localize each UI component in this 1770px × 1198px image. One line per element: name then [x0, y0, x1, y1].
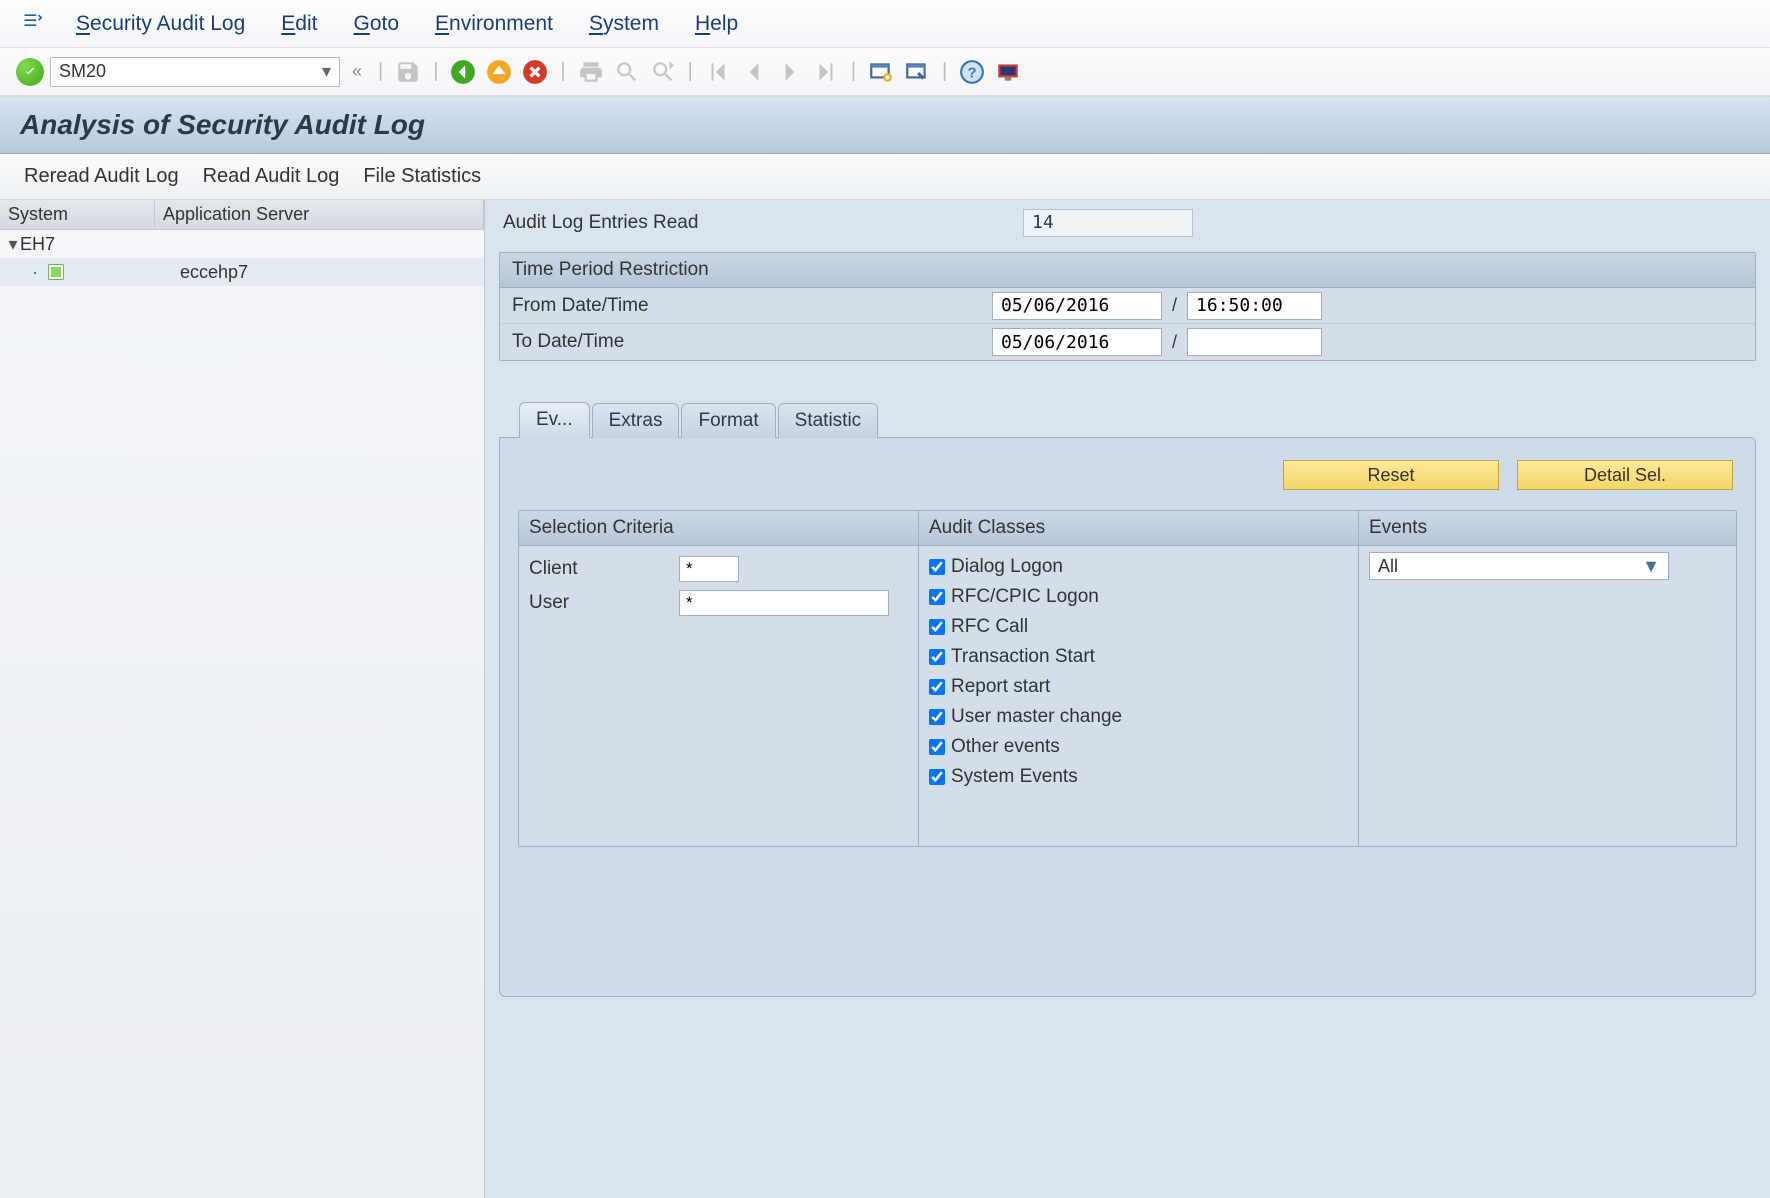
to-time-input[interactable]	[1187, 328, 1322, 356]
back-icon[interactable]	[448, 57, 478, 87]
entries-read-value: 14	[1023, 209, 1193, 237]
find-icon[interactable]	[612, 57, 642, 87]
svg-text:?: ?	[968, 64, 977, 81]
leaf-icon: ·	[28, 262, 42, 283]
button-row: Reset Detail Sel.	[518, 456, 1737, 510]
events-select-value: All	[1378, 556, 1398, 577]
client-label: Client	[529, 558, 679, 580]
menu-edit[interactable]: Edit	[279, 8, 319, 40]
first-page-icon[interactable]	[703, 57, 733, 87]
events-title: Events	[1359, 511, 1736, 546]
tree-header: System Application Server	[0, 200, 484, 230]
from-date-input[interactable]	[992, 292, 1162, 320]
layout-icon[interactable]	[993, 57, 1023, 87]
enter-icon[interactable]	[16, 58, 44, 86]
audit-classes-box: Audit Classes Dialog Logon RFC/CPIC Logo…	[919, 511, 1359, 846]
menu-help[interactable]: Help	[693, 8, 740, 40]
to-date-input[interactable]	[992, 328, 1162, 356]
tab-events[interactable]: Ev...	[519, 402, 590, 438]
tree-label: eccehp7	[180, 262, 248, 283]
tab-strip: Ev... Extras Format Statistic	[499, 401, 1756, 437]
tab-statistic[interactable]: Statistic	[778, 403, 879, 438]
server-icon	[48, 264, 64, 280]
from-time-input[interactable]	[1187, 292, 1322, 320]
help-icon[interactable]: ?	[957, 57, 987, 87]
user-input[interactable]	[679, 590, 889, 616]
detail-sel-button[interactable]: Detail Sel.	[1517, 460, 1733, 490]
chk-dialog-logon[interactable]	[929, 559, 945, 575]
exit-icon[interactable]	[484, 57, 514, 87]
tab-body: Reset Detail Sel. Selection Criteria Cli…	[499, 437, 1756, 997]
from-date-label: From Date/Time	[512, 295, 992, 317]
tcode-value: SM20	[59, 61, 106, 82]
tab-extras[interactable]: Extras	[592, 403, 680, 438]
chevron-down-icon: ▼	[1642, 556, 1660, 577]
criteria-triple: Selection Criteria Client User	[518, 510, 1737, 847]
chk-rfc-cpic-logon[interactable]	[929, 589, 945, 605]
reread-audit-log-button[interactable]: Reread Audit Log	[24, 165, 179, 188]
audit-classes-list: Dialog Logon RFC/CPIC Logon RFC Call Tra…	[919, 546, 1358, 846]
tab-area: Ev... Extras Format Statistic Reset Deta…	[499, 401, 1756, 997]
app-menu-icon[interactable]	[22, 11, 42, 37]
menu-security-audit-log[interactable]: Security Audit Log	[74, 8, 247, 40]
file-statistics-button[interactable]: File Statistics	[363, 165, 481, 188]
tab-format[interactable]: Format	[681, 403, 775, 438]
time-period-title: Time Period Restriction	[500, 253, 1755, 288]
back-double-icon[interactable]: «	[346, 61, 368, 82]
cancel-icon[interactable]	[520, 57, 550, 87]
menu-environment[interactable]: Environment	[433, 8, 555, 40]
chk-user-master-change[interactable]	[929, 709, 945, 725]
entries-read-row: Audit Log Entries Read 14	[495, 204, 1760, 242]
tree-row-system[interactable]: ▾ EH7	[0, 230, 484, 258]
appbar: Reread Audit Log Read Audit Log File Sta…	[0, 154, 1770, 200]
save-icon[interactable]	[393, 57, 423, 87]
page-title: Analysis of Security Audit Log	[0, 96, 1770, 154]
prev-page-icon[interactable]	[739, 57, 769, 87]
shortcut-icon[interactable]	[902, 57, 932, 87]
to-date-label: To Date/Time	[512, 331, 992, 353]
selection-criteria-box: Selection Criteria Client User	[519, 511, 919, 846]
selection-criteria-title: Selection Criteria	[519, 511, 918, 546]
chk-system-events[interactable]	[929, 769, 945, 785]
print-icon[interactable]	[576, 57, 606, 87]
read-audit-log-button[interactable]: Read Audit Log	[203, 165, 340, 188]
tree-label: EH7	[20, 234, 55, 255]
menu-goto[interactable]: Goto	[351, 8, 401, 40]
time-period-group: Time Period Restriction From Date/Time /…	[499, 252, 1756, 361]
user-label: User	[529, 592, 679, 614]
chk-report-start[interactable]	[929, 679, 945, 695]
system-tree: System Application Server ▾ EH7 · eccehp…	[0, 200, 485, 1198]
events-select[interactable]: All ▼	[1369, 552, 1669, 580]
find-next-icon[interactable]	[648, 57, 678, 87]
reset-button[interactable]: Reset	[1283, 460, 1499, 490]
main-split: System Application Server ▾ EH7 · eccehp…	[0, 200, 1770, 1198]
tcode-input[interactable]: SM20 ▾	[50, 57, 340, 87]
menu-system[interactable]: System	[587, 8, 661, 40]
chk-transaction-start[interactable]	[929, 649, 945, 665]
dropdown-caret-icon[interactable]: ▾	[322, 61, 331, 82]
tree-header-appserver: Application Server	[155, 200, 484, 229]
last-page-icon[interactable]	[811, 57, 841, 87]
new-session-icon[interactable]	[866, 57, 896, 87]
toolbar: SM20 ▾ « | | | | | | ?	[0, 48, 1770, 96]
app-window: Security Audit Log Edit Goto Environment…	[0, 0, 1770, 1198]
tree-header-system: System	[0, 200, 155, 229]
entries-read-label: Audit Log Entries Read	[503, 212, 1023, 234]
chk-rfc-call[interactable]	[929, 619, 945, 635]
content-area: Audit Log Entries Read 14 Time Period Re…	[485, 200, 1770, 1198]
audit-classes-title: Audit Classes	[919, 511, 1358, 546]
tree-row-server[interactable]: · eccehp7	[0, 258, 484, 286]
client-input[interactable]	[679, 556, 739, 582]
menubar: Security Audit Log Edit Goto Environment…	[0, 0, 1770, 48]
next-page-icon[interactable]	[775, 57, 805, 87]
events-box: Events All ▼	[1359, 511, 1736, 846]
chk-other-events[interactable]	[929, 739, 945, 755]
collapse-icon[interactable]: ▾	[6, 234, 20, 255]
